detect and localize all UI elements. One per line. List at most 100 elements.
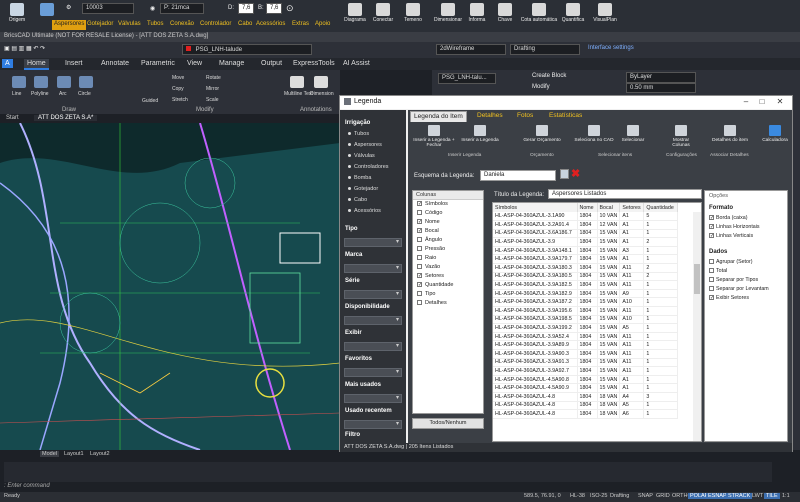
circle-icon[interactable] <box>79 76 93 88</box>
coluna-checkbox[interactable]: Código <box>413 210 483 218</box>
radio-valvulas[interactable]: Válvulas <box>348 153 375 159</box>
lineweight-combo[interactable]: 0.50 mm <box>626 83 696 93</box>
col-quantidade[interactable]: Quantidade <box>643 203 679 212</box>
rotate-button[interactable]: Rotate <box>206 75 221 81</box>
option-checkbox[interactable]: ✓ Linhas Horizontais <box>709 224 760 230</box>
model-combo[interactable]: 10003 <box>82 3 134 14</box>
table-row[interactable]: HL-ASP-04-360AZUL-3.9A199.2 1804 15 VAN A5 1 <box>493 323 679 333</box>
table-row[interactable]: HL-ASP-04-360AZUL-3.9 1804 15 VAN A1 2 <box>493 237 679 247</box>
coluna-checkbox[interactable]: Detalhes <box>413 300 483 308</box>
inserir-fechar-button[interactable]: Inserir a Legenda + Fechar <box>410 124 458 150</box>
quantifica-button[interactable]: Quantifica <box>556 2 590 30</box>
coluna-checkbox[interactable]: Ângulo <box>413 237 483 245</box>
coluna-checkbox[interactable]: ✓ Nome <box>413 219 483 227</box>
table-row[interactable]: HL-ASP-04-360AZUL-3.9A182.5 1804 15 VAN A11… <box>493 280 679 290</box>
drawing-canvas[interactable] <box>0 123 340 450</box>
tab-acessorios[interactable]: Acessórios <box>254 20 287 30</box>
visualplan-button[interactable]: VisualPlan <box>588 2 622 30</box>
command-input[interactable]: : Enter command <box>4 483 772 491</box>
col-bocal[interactable]: Bocal <box>597 203 621 212</box>
radio-aspersores[interactable]: Aspersores <box>348 142 382 148</box>
move-button[interactable]: Move <box>172 75 184 81</box>
option-checkbox[interactable]: Agrupar (Setor) <box>709 259 753 265</box>
create-block-button[interactable]: Create Block <box>532 73 566 79</box>
cota-automatica-button[interactable]: Cota automática <box>520 2 558 30</box>
coluna-checkbox[interactable]: ✓ Quantidade <box>413 282 483 290</box>
mirror-button[interactable]: Mirror <box>206 86 219 92</box>
tab-insert[interactable]: Insert <box>62 59 86 68</box>
table-row[interactable]: HL-ASP-04-360AZUL-3.9A90.3 1804 15 VAN A11 1 <box>493 349 679 359</box>
table-row[interactable]: HL-ASP-04-360AZUL-3.9A92.7 1804 15 VAN A11 1 <box>493 366 679 376</box>
app-menu-button[interactable]: A <box>2 59 13 68</box>
temeno-button[interactable]: Temeno <box>398 2 428 30</box>
favoritos-combo[interactable] <box>344 368 402 377</box>
dimensionar-button[interactable]: Dimensionar <box>430 2 466 30</box>
selecionar-button[interactable]: Selecionar <box>618 124 648 150</box>
usado-recentemente-combo[interactable] <box>344 420 402 429</box>
visual-style-combo[interactable]: 2dWireframe <box>436 44 506 55</box>
col-setores[interactable]: Setores <box>619 203 645 212</box>
tab-cabo[interactable]: Cabo <box>236 20 254 30</box>
todos-nenhum-button[interactable]: Todos/Nenhum <box>412 418 484 429</box>
lwt-toggle[interactable]: LWT <box>750 493 765 499</box>
marca-combo[interactable] <box>344 264 402 273</box>
guided-label[interactable]: Guided <box>142 98 158 104</box>
tab-apoio[interactable]: Apoio <box>313 20 332 30</box>
coluna-checkbox[interactable]: Tipo <box>413 291 483 299</box>
color-combo[interactable]: ByLayer <box>626 72 696 83</box>
table-row[interactable]: HL-ASP-04-360AZUL-4.5A90.8 1804 15 VAN A1 1 <box>493 375 679 385</box>
tab-controlador[interactable]: Controlador <box>198 20 233 30</box>
minimize-icon[interactable]: – <box>740 97 752 107</box>
pressure-combo[interactable]: P: 21mca <box>160 3 204 14</box>
radio-cabo[interactable]: Cabo <box>348 197 367 203</box>
table-row[interactable]: HL-ASP-04-360AZUL-3.6A186.7 1804 15 VAN A1 1 <box>493 229 679 239</box>
table-row[interactable]: HL-ASP-04-360AZUL-3.9A182.9 1804 15 VAN A9 1 <box>493 289 679 299</box>
table-row[interactable]: HL-ASP-04-360AZUL-4.8 1804 18 VAN A4 3 <box>493 392 679 402</box>
tab-manage[interactable]: Manage <box>216 59 247 68</box>
mais-usados-combo[interactable] <box>344 394 402 403</box>
layer-combo[interactable]: PSG_LNH-talude <box>182 44 312 55</box>
layer-ribbon-combo[interactable]: PSG_LNH-talu... <box>438 73 496 84</box>
tab-home[interactable]: Home <box>24 59 49 70</box>
tab-output[interactable]: Output <box>258 59 285 68</box>
tab-valvulas[interactable]: Válvulas <box>116 20 143 30</box>
tab-gotejador[interactable]: Gotejador <box>85 20 115 30</box>
option-checkbox[interactable]: Total <box>709 268 727 274</box>
titulo-input[interactable]: Aspersores Listados <box>548 189 702 199</box>
workspace-combo[interactable]: Drafting <box>510 44 580 55</box>
stretch-button[interactable]: Stretch <box>172 97 188 103</box>
delete-icon[interactable]: ✖ <box>571 167 580 180</box>
table-row[interactable]: HL-ASP-04-360AZUL-3.9A180.5 1804 15 VAN A11… <box>493 272 679 282</box>
disponibilidade-combo[interactable] <box>344 316 402 325</box>
option-checkbox[interactable]: Separar por Levantam <box>709 286 769 292</box>
col-simbolos[interactable]: Símbolos <box>493 203 578 212</box>
b-input[interactable]: 7,6 <box>266 3 282 14</box>
calculadora-button[interactable]: Calculadora <box>758 124 792 150</box>
tab-detalhes[interactable]: Detalhes <box>474 111 506 122</box>
dialog-titlebar[interactable]: Legenda – □ ✕ <box>340 96 792 109</box>
tab-layout1[interactable]: Layout1 <box>62 451 86 457</box>
dimension-tool-icon[interactable] <box>314 76 328 88</box>
serie-combo[interactable] <box>344 290 402 299</box>
table-row[interactable]: HL-ASP-04-360AZUL-3.9A52.4 1804 15 VAN A11 1 <box>493 332 679 342</box>
tab-layout2[interactable]: Layout2 <box>88 451 112 457</box>
save-icon[interactable] <box>560 169 569 179</box>
esquema-combo[interactable]: Daniela <box>480 170 556 181</box>
quick-access-icons[interactable]: ▣ ▤ ▥ ▦ ↶ ↷ <box>4 45 45 52</box>
table-row[interactable]: HL-ASP-04-360AZUL-3.9A198.5 1804 15 VAN A10… <box>493 315 679 325</box>
table-row[interactable]: HL-ASP-04-360AZUL-3.9A187.2 1804 15 VAN A10… <box>493 297 679 308</box>
coluna-checkbox[interactable]: ✓ Bocal <box>413 228 483 236</box>
table-row[interactable]: HL-ASP-04-360AZUL-3.9A148.1 1804 15 VAN A3 1 <box>493 246 679 256</box>
tab-ai-assist[interactable]: AI Assist <box>340 59 373 68</box>
aspersor-icon[interactable]: ⚙ <box>66 4 71 11</box>
option-checkbox[interactable]: ✓ Borda (caixa) <box>709 215 748 221</box>
radio-gotejador[interactable]: Gotejador <box>348 186 378 192</box>
conectar-button[interactable]: Conectar <box>368 2 398 30</box>
scale-button[interactable]: Scale <box>206 97 219 103</box>
strack-toggle[interactable]: STRACK <box>726 493 753 499</box>
interface-settings-link[interactable]: Interface settings <box>588 45 634 51</box>
tab-tubos[interactable]: Tubos <box>145 20 165 30</box>
diagrama-button[interactable]: Diagrama <box>340 2 370 30</box>
table-row[interactable]: HL-ASP-04-360AZUL-3.2A91.4 1804 12 VAN A1 1 <box>493 220 679 230</box>
option-checkbox[interactable]: ✓ Exibir Setores <box>709 295 749 301</box>
